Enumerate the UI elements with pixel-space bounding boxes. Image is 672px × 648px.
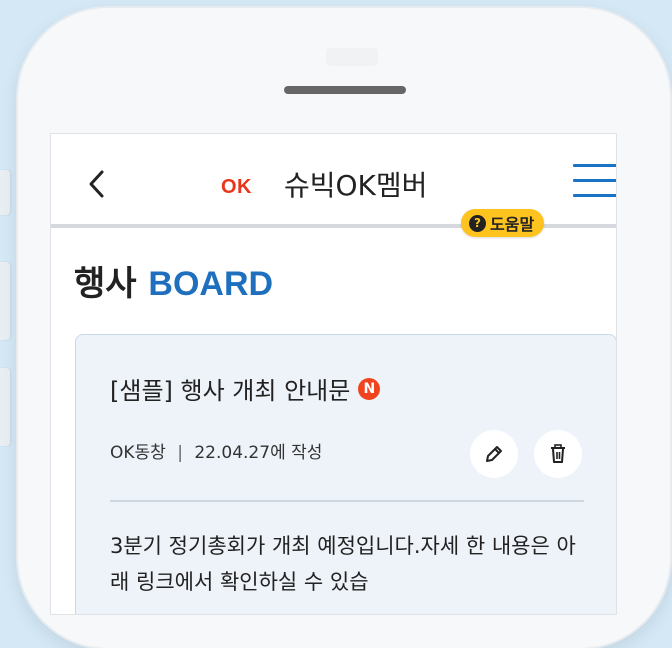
phone-side-button-1 [0,170,10,215]
help-label: 도움말 [490,215,535,234]
delete-button[interactable] [534,430,582,478]
question-circle-icon: ? [469,214,486,232]
chevron-left-icon [89,170,104,198]
app-title: 슈빅OK멤버 [284,169,428,202]
new-badge: N [358,377,381,400]
post-title[interactable]: [샘플] 행사 개최 안내문 N [110,371,381,406]
post-author: OK동창 [110,443,166,463]
pencil-icon [486,446,502,462]
card-divider [110,500,584,502]
phone-side-button-2 [0,262,10,340]
post-title-text: [샘플] 행사 개최 안내문 [110,377,351,405]
phone-side-button-3 [0,368,10,446]
meta-separator: | [177,443,183,463]
page-title-prefix: 행사 [74,264,137,304]
post-card[interactable]: [샘플] 행사 개최 안내문 N OK동창 | 22.04.27에 작성 3분기 [75,334,616,614]
help-button[interactable]: ? 도움말 [461,209,545,237]
hamburger-menu-icon[interactable] [573,160,616,200]
post-meta: OK동창 | 22.04.27에 작성 [110,438,322,463]
ok-logo: OK [221,176,252,198]
phone-camera [326,48,378,66]
page-title: 행사 BOARD [74,256,273,305]
app-header: OK 슈빅OK멤버 ? 도움말 [51,134,616,237]
page-title-accent: BOARD [148,265,274,303]
post-date: 22.04.27에 작성 [194,443,323,463]
app-screen: OK 슈빅OK멤버 ? 도움말 행사 BOARD [샘플] 행사 개최 안내문 … [50,133,617,615]
edit-button[interactable] [470,430,518,478]
trash-icon [551,444,565,463]
back-button[interactable] [81,164,111,204]
phone-speaker [284,86,406,94]
post-body: 3분기 정기총회가 개최 예정입니다.자세 한 내용은 아래 링크에서 확인하실… [110,534,576,594]
